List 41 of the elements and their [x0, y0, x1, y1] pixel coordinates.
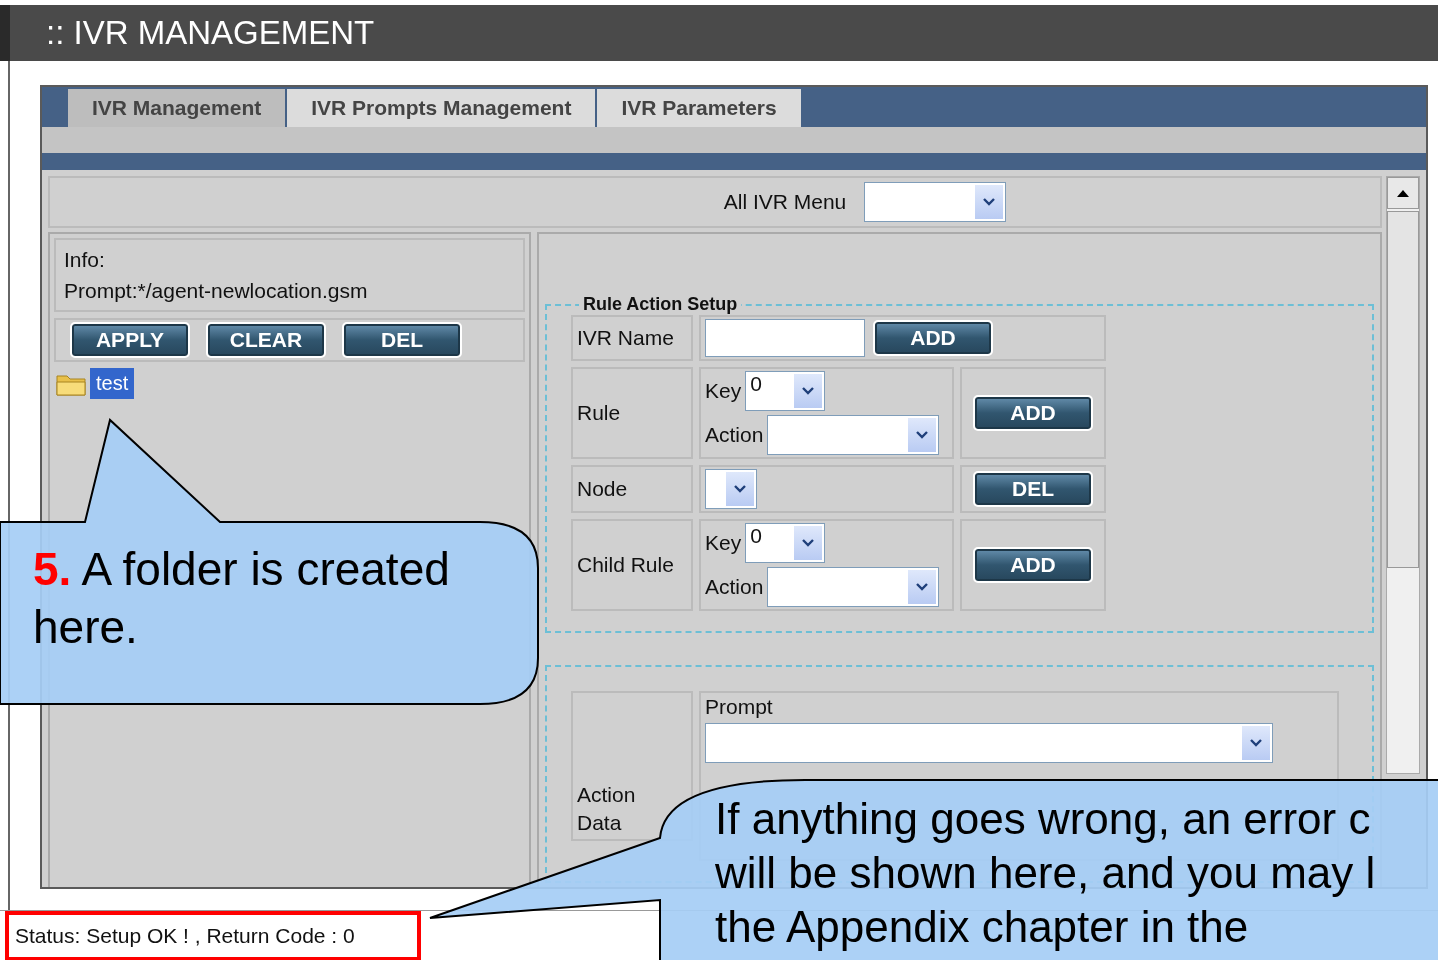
toolbar-button[interactable]: CLEAR [208, 324, 324, 356]
scrollbar[interactable] [1386, 176, 1420, 774]
scroll-up-icon [1397, 189, 1409, 197]
toolbar-button[interactable]: APPLY [72, 324, 188, 356]
field-label: Action Data [577, 782, 637, 836]
callout-text: 5. A folder is created here. [33, 542, 451, 655]
tab[interactable]: IVR Prompts Management [287, 89, 596, 127]
field-label: Action [705, 575, 764, 599]
info-text: Prompt:*/agent-newlocation.gsm [64, 278, 369, 304]
callout-text: If anything goes wrong, an error c [715, 793, 1372, 845]
add-button[interactable]: ADD [975, 549, 1091, 581]
page-title: :: IVR MANAGEMENT [46, 14, 375, 52]
field-label: Prompt [705, 695, 773, 719]
menu-select[interactable] [864, 182, 1007, 222]
action-select[interactable] [767, 415, 940, 455]
tab[interactable]: IVR Parameters [597, 89, 801, 127]
field-label: IVR Name [577, 326, 674, 350]
callout-text: the Appendix chapter in the [715, 901, 1250, 953]
add-button[interactable]: ADD [875, 322, 991, 354]
tree-node-label[interactable]: test [90, 368, 135, 399]
field-label: Node [577, 477, 628, 501]
add-button[interactable]: ADD [975, 397, 1091, 429]
field-label: Rule [577, 401, 621, 425]
field-label: Action [705, 423, 764, 447]
section-legend: Rule Action Setup [579, 294, 742, 315]
tab[interactable]: IVR Management [68, 89, 286, 127]
delete-button[interactable]: DEL [975, 473, 1091, 505]
input-field[interactable] [705, 319, 865, 357]
status-text: Status: Setup OK ! , Return Code : 0 [15, 924, 355, 948]
action-select[interactable] [767, 567, 940, 607]
field-label: Child Rule [577, 553, 674, 577]
key-select[interactable]: 0 [745, 371, 826, 411]
prompt-select[interactable] [705, 723, 1273, 763]
callout-text: will be shown here, and you may l [715, 847, 1377, 899]
key-select[interactable]: 0 [745, 523, 826, 563]
info-text: Info: [64, 247, 106, 273]
node-select[interactable] [705, 469, 757, 509]
field-label: Key [705, 531, 742, 555]
toolbar-button[interactable]: DEL [344, 324, 460, 356]
field-label: All IVR Menu [723, 190, 847, 214]
field-label: Key [705, 379, 742, 403]
